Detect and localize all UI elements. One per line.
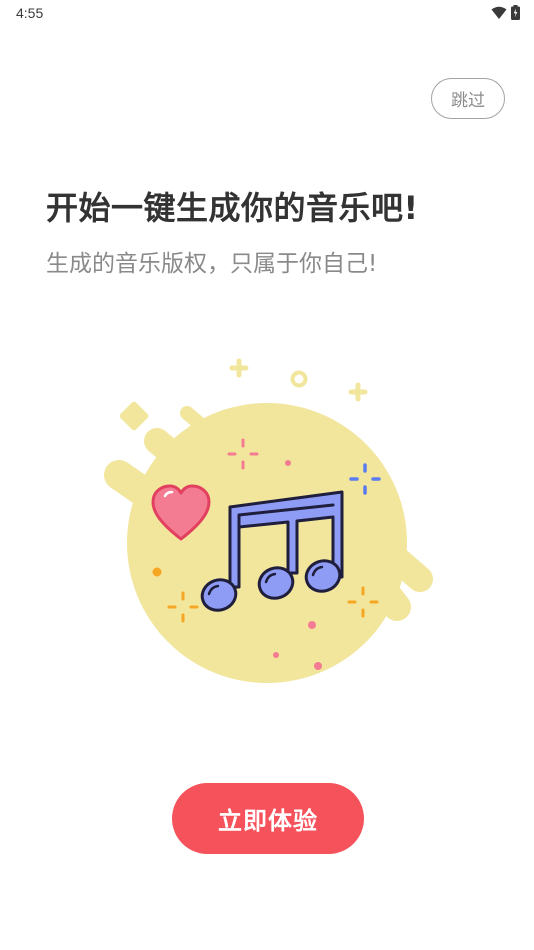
music-illustration xyxy=(104,358,433,683)
battery-icon xyxy=(511,5,520,20)
page-title: 开始一键生成你的音乐吧! xyxy=(46,189,419,227)
try-now-button[interactable]: 立即体验 xyxy=(172,783,364,854)
status-bar: 4:55 xyxy=(0,0,534,28)
status-icons xyxy=(491,5,520,20)
page-subtitle: 生成的音乐版权，只属于你自己! xyxy=(46,251,378,277)
status-time: 4:55 xyxy=(16,5,44,21)
wifi-icon xyxy=(491,6,507,19)
skip-button[interactable]: 跳过 xyxy=(431,78,505,119)
blob-background xyxy=(104,401,433,683)
